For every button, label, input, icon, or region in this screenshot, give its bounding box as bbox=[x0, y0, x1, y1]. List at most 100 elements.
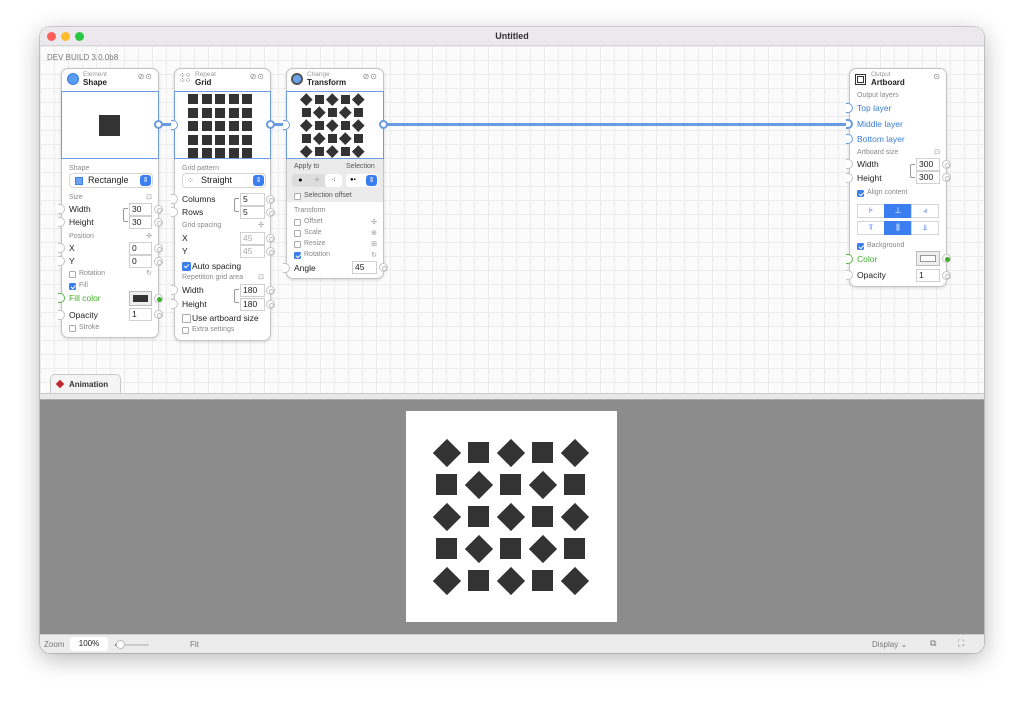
height-input[interactable]: 30 bbox=[129, 216, 152, 229]
scale-checkbox[interactable] bbox=[294, 230, 301, 237]
area-options-icon[interactable]: ⊡ bbox=[258, 273, 264, 281]
align-top-left-button[interactable]: ⊧ bbox=[857, 204, 885, 218]
background-color-well[interactable] bbox=[916, 251, 940, 266]
height-out-port[interactable] bbox=[266, 300, 275, 309]
x-out-port[interactable] bbox=[266, 234, 275, 243]
rotation-checkbox[interactable] bbox=[294, 252, 301, 259]
align-content-checkbox[interactable] bbox=[857, 190, 864, 197]
bottom-layer-port[interactable] bbox=[846, 134, 853, 144]
artboard-node[interactable]: Output Artboard ⊙ Output layers Top laye… bbox=[846, 68, 951, 287]
width-out-port[interactable] bbox=[154, 205, 163, 214]
angle-out-port[interactable] bbox=[379, 263, 388, 272]
height-out-port[interactable] bbox=[942, 173, 951, 182]
align-bottom-left-button[interactable]: ⫪ bbox=[857, 221, 885, 235]
apply-to-segmented[interactable]: ● ⁘ ⁖ bbox=[292, 174, 343, 187]
align-top-right-button[interactable]: ⫣ bbox=[911, 204, 939, 218]
grid-node[interactable]: ⁘⁘ ⁘⁘ Repeat Grid ⊘⊙ Grid pattern ⁘ Straig… bbox=[171, 68, 275, 341]
shape-select[interactable]: Rectangle ⇕ bbox=[69, 173, 153, 188]
apply-all-icon[interactable]: ● bbox=[292, 174, 309, 187]
zoom-slider-thumb[interactable] bbox=[116, 640, 126, 649]
shape-node[interactable]: Element Shape ⊘⊙ Shape Rectangle ⇕ Size ⊡… bbox=[58, 68, 163, 338]
width-out-port[interactable] bbox=[266, 286, 275, 295]
opacity-port[interactable] bbox=[58, 310, 65, 320]
area-width-input[interactable]: 180 bbox=[240, 284, 265, 297]
align-top-center-button[interactable]: ⊥ bbox=[884, 204, 912, 218]
output-port[interactable] bbox=[379, 120, 388, 129]
display-menu[interactable]: Display ⌄ bbox=[872, 640, 907, 649]
width-out-port[interactable] bbox=[942, 160, 951, 169]
stroke-checkbox[interactable] bbox=[69, 325, 76, 332]
node-menu-icons[interactable]: ⊘⊙ bbox=[138, 72, 153, 81]
top-layer-port[interactable] bbox=[846, 103, 853, 113]
auto-spacing-checkbox[interactable] bbox=[182, 262, 191, 271]
x-input[interactable]: 0 bbox=[129, 242, 152, 255]
y-spacing-input[interactable]: 45 bbox=[240, 245, 265, 258]
extra-settings-checkbox[interactable] bbox=[182, 327, 189, 334]
fullscreen-icon[interactable]: ⛶ bbox=[958, 638, 964, 649]
y-input[interactable]: 0 bbox=[129, 255, 152, 268]
resize-checkbox[interactable] bbox=[294, 241, 301, 248]
split-divider[interactable] bbox=[40, 393, 984, 400]
use-artboard-checkbox[interactable] bbox=[182, 314, 191, 323]
zoom-input[interactable]: 100% bbox=[70, 637, 108, 651]
x-port[interactable] bbox=[58, 243, 65, 253]
height-port[interactable] bbox=[58, 217, 65, 227]
area-height-port[interactable] bbox=[171, 299, 178, 309]
size-options-icon[interactable]: ⊡ bbox=[146, 193, 152, 201]
angle-port[interactable] bbox=[283, 263, 290, 273]
offset-checkbox[interactable] bbox=[294, 219, 301, 226]
rotation-checkbox[interactable] bbox=[69, 271, 76, 278]
artboard-width-input[interactable]: 300 bbox=[916, 158, 940, 171]
link-icon[interactable] bbox=[234, 289, 239, 303]
rows-input[interactable]: 5 bbox=[240, 206, 265, 219]
apply-grid-icon[interactable]: ⁘ bbox=[309, 174, 326, 187]
opacity-out-port[interactable] bbox=[942, 271, 951, 280]
y-out-port[interactable] bbox=[266, 247, 275, 256]
rows-port[interactable] bbox=[171, 207, 178, 217]
width-port[interactable] bbox=[58, 204, 65, 214]
output-port[interactable] bbox=[154, 120, 163, 129]
fill-color-well[interactable] bbox=[129, 291, 152, 306]
middle-layer-port[interactable] bbox=[846, 119, 853, 129]
columns-input[interactable]: 5 bbox=[240, 193, 265, 206]
columns-port[interactable] bbox=[171, 194, 178, 204]
fill-color-out-port[interactable] bbox=[154, 294, 163, 303]
rows-out-port[interactable] bbox=[266, 208, 275, 217]
opacity-out-port[interactable] bbox=[154, 310, 163, 319]
transform-node[interactable]: Change Transform ⊘⊙ Apply to Selection ●… bbox=[283, 68, 388, 279]
x-spacing-input[interactable]: 45 bbox=[240, 232, 265, 245]
width-input[interactable]: 30 bbox=[129, 203, 152, 216]
height-port[interactable] bbox=[846, 173, 853, 183]
opacity-port[interactable] bbox=[846, 270, 853, 280]
selection-offset-checkbox[interactable] bbox=[294, 193, 301, 200]
align-bottom-right-button[interactable]: ⫫ bbox=[911, 221, 939, 235]
link-icon[interactable] bbox=[234, 198, 239, 212]
window-mode-icon[interactable]: ⧉ bbox=[930, 638, 936, 649]
opacity-input[interactable]: 1 bbox=[916, 269, 940, 282]
opacity-input[interactable]: 1 bbox=[129, 308, 152, 321]
tab-animation[interactable]: Animation bbox=[50, 374, 121, 393]
output-port[interactable] bbox=[266, 120, 275, 129]
selection-select[interactable]: ●▪ ⇕ bbox=[346, 174, 378, 187]
x-out-port[interactable] bbox=[154, 244, 163, 253]
link-icon[interactable] bbox=[910, 164, 915, 178]
node-canvas[interactable]: DEV BUILD 3.0.0b8 Element Shape ⊘⊙ Shape… bbox=[40, 46, 984, 393]
height-out-port[interactable] bbox=[154, 218, 163, 227]
node-menu-icons[interactable]: ⊘⊙ bbox=[250, 72, 265, 81]
color-out-port[interactable] bbox=[942, 254, 951, 263]
node-menu-icons[interactable]: ⊘⊙ bbox=[363, 72, 378, 81]
width-port[interactable] bbox=[846, 159, 853, 169]
angle-input[interactable]: 45 bbox=[352, 261, 377, 274]
area-height-input[interactable]: 180 bbox=[240, 298, 265, 311]
fill-checkbox[interactable] bbox=[69, 283, 76, 290]
fit-button[interactable]: Fit bbox=[190, 640, 199, 649]
link-ratio-icon[interactable] bbox=[123, 208, 128, 222]
apply-selection-icon[interactable]: ⁖ bbox=[325, 174, 343, 187]
y-port[interactable] bbox=[58, 256, 65, 266]
artboard-height-input[interactable]: 300 bbox=[916, 171, 940, 184]
node-menu-icon[interactable]: ⊙ bbox=[933, 72, 941, 81]
size-options-icon[interactable]: ⊡ bbox=[934, 148, 940, 156]
pattern-select[interactable]: ⁘ Straight ⇕ bbox=[182, 173, 266, 188]
color-port[interactable] bbox=[846, 254, 853, 264]
area-width-port[interactable] bbox=[171, 285, 178, 295]
